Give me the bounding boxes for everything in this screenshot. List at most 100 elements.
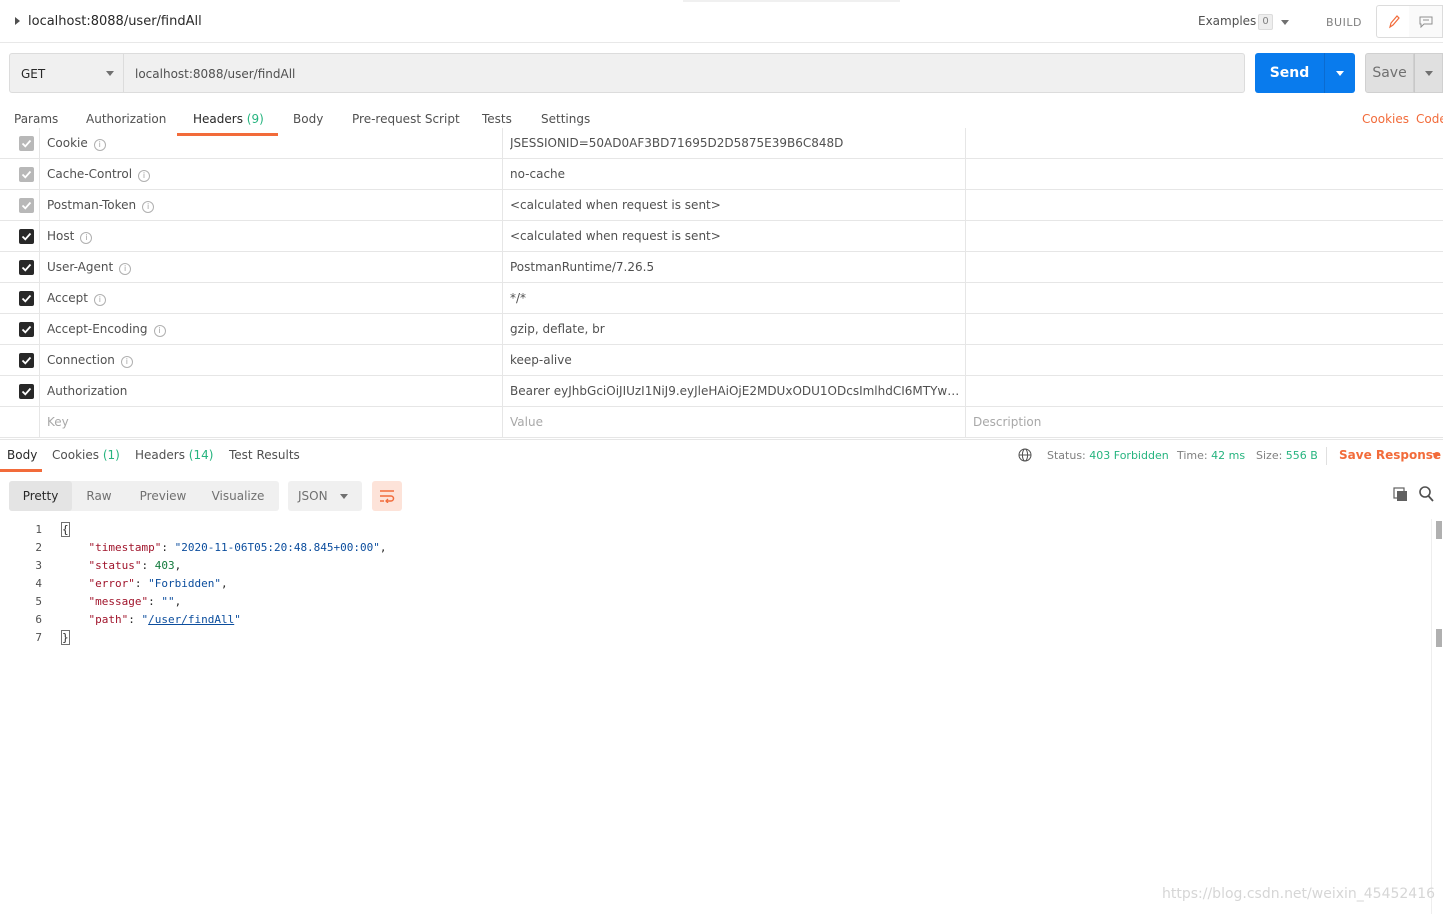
format-select[interactable]: JSON	[288, 481, 362, 511]
header-value-cell[interactable]: <calculated when request is sent>	[503, 190, 966, 221]
header-key-cell[interactable]: Postman-Token i	[40, 190, 503, 221]
tab-tests[interactable]: Tests	[482, 112, 512, 126]
examples-dropdown[interactable]: Examples	[1198, 14, 1256, 28]
copy-icon[interactable]	[1393, 487, 1408, 502]
edit-mode-button[interactable]	[1376, 5, 1410, 38]
header-checkbox[interactable]	[19, 291, 34, 306]
code-link[interactable]: Code	[1416, 112, 1443, 126]
info-icon[interactable]: i	[138, 170, 151, 182]
header-value-cell[interactable]: PostmanRuntime/7.26.5	[503, 252, 966, 283]
header-description-cell[interactable]	[966, 252, 1443, 283]
header-checkbox[interactable]	[19, 167, 34, 182]
save-response-button[interactable]: Save Response	[1339, 448, 1441, 462]
json-link-value[interactable]: /user/findAll	[148, 613, 234, 626]
header-check-cell	[0, 407, 40, 438]
header-key-cell[interactable]: Accept-Encoding i	[40, 314, 503, 345]
header-description-cell[interactable]	[966, 345, 1443, 376]
header-key-cell[interactable]: Accept i	[40, 283, 503, 314]
header-value-cell[interactable]: JSESSIONID=50AD0AF3BD71695D2D5875E39B6C8…	[503, 128, 966, 159]
header-description-cell[interactable]	[966, 376, 1443, 407]
new-description-input[interactable]: Description	[966, 407, 1443, 438]
tab-authorization[interactable]: Authorization	[86, 112, 166, 126]
cookies-link[interactable]: Cookies	[1362, 112, 1409, 126]
tab-settings[interactable]: Settings	[541, 112, 590, 126]
header-checkbox[interactable]	[19, 229, 34, 244]
save-button[interactable]: Save	[1365, 53, 1414, 93]
header-checkbox[interactable]	[19, 384, 34, 399]
header-checkbox[interactable]	[19, 136, 34, 151]
header-description-cell[interactable]	[966, 314, 1443, 345]
info-icon[interactable]: i	[80, 232, 93, 244]
header-checkbox[interactable]	[19, 353, 34, 368]
header-description-cell[interactable]	[966, 190, 1443, 221]
resp-tab-headers[interactable]: Headers (14)	[135, 448, 213, 462]
info-icon[interactable]: i	[120, 356, 133, 368]
url-input[interactable]: localhost:8088/user/findAll	[123, 53, 1245, 93]
comments-button[interactable]	[1409, 5, 1443, 38]
info-icon[interactable]: i	[93, 139, 106, 151]
request-name[interactable]: localhost:8088/user/findAll	[28, 14, 202, 29]
header-value-cell[interactable]: <calculated when request is sent>	[503, 221, 966, 252]
header-description-cell[interactable]	[966, 221, 1443, 252]
resp-tab-cookies[interactable]: Cookies (1)	[52, 448, 120, 462]
send-button[interactable]: Send	[1255, 53, 1324, 93]
tab-indicator-line	[683, 0, 900, 2]
resp-tab-headers-label: Headers	[135, 448, 185, 462]
tab-params[interactable]: Params	[14, 112, 58, 126]
header-description-cell[interactable]	[966, 283, 1443, 314]
save-options-button[interactable]	[1414, 53, 1443, 93]
new-value-input[interactable]: Value	[503, 407, 966, 438]
response-body-editor[interactable]: 1 2 3 4 5 6 7 { "timestamp": "2020-11-06…	[0, 520, 1430, 914]
tab-headers[interactable]: Headers (9)	[193, 112, 264, 126]
chevron-down-icon[interactable]	[1432, 453, 1440, 458]
response-time: Time: 42 ms	[1177, 449, 1245, 462]
header-row: Host i <calculated when request is sent>	[0, 221, 1443, 252]
view-preview[interactable]: Preview	[133, 481, 193, 511]
build-mode-label[interactable]: BUILD	[1326, 16, 1362, 29]
send-options-button[interactable]	[1324, 53, 1355, 93]
header-check-cell	[0, 345, 40, 376]
line-number: 2	[35, 541, 42, 554]
line-number: 1	[35, 523, 42, 536]
header-checkbox[interactable]	[19, 198, 34, 213]
info-icon[interactable]: i	[119, 263, 132, 275]
resp-tab-test-results[interactable]: Test Results	[229, 448, 300, 462]
view-raw[interactable]: Raw	[79, 481, 119, 511]
scrollbar[interactable]	[1431, 519, 1443, 914]
chevron-down-icon[interactable]	[1281, 20, 1289, 25]
header-description-cell[interactable]	[966, 128, 1443, 159]
view-pretty[interactable]: Pretty	[9, 481, 72, 511]
header-value-cell[interactable]: */*	[503, 283, 966, 314]
view-visualize[interactable]: Visualize	[207, 481, 269, 511]
header-key-cell[interactable]: User-Agent i	[40, 252, 503, 283]
search-icon[interactable]	[1419, 486, 1434, 502]
info-icon[interactable]: i	[142, 201, 155, 213]
header-key: Cache-Control i	[47, 167, 151, 182]
json-value: 403	[154, 559, 175, 572]
info-icon[interactable]: i	[93, 294, 106, 306]
header-key-cell[interactable]: Authorization	[40, 376, 503, 407]
header-key-cell[interactable]: Host i	[40, 221, 503, 252]
header-key-cell[interactable]: Cache-Control i	[40, 159, 503, 190]
scrollbar-thumb[interactable]	[1436, 521, 1442, 539]
method-select[interactable]: GET	[9, 53, 124, 93]
header-checkbox[interactable]	[19, 322, 34, 337]
header-value-cell[interactable]: Bearer eyJhbGciOiJIUzI1NiJ9.eyJleHAiOjE2…	[503, 376, 966, 407]
header-key-cell[interactable]: Cookie i	[40, 128, 503, 159]
header-key-cell[interactable]: Connection i	[40, 345, 503, 376]
header-value-cell[interactable]: no-cache	[503, 159, 966, 190]
new-key-input[interactable]: Key	[40, 407, 503, 438]
info-icon[interactable]: i	[153, 325, 166, 337]
wrap-lines-button[interactable]	[372, 481, 402, 511]
checkmark-icon	[21, 325, 32, 334]
header-value-cell[interactable]: keep-alive	[503, 345, 966, 376]
tab-body[interactable]: Body	[293, 112, 323, 126]
resp-tab-body[interactable]: Body	[7, 448, 37, 462]
collapse-caret-icon[interactable]	[15, 17, 20, 25]
globe-icon[interactable]	[1018, 448, 1032, 462]
header-value-cell[interactable]: gzip, deflate, br	[503, 314, 966, 345]
header-checkbox[interactable]	[19, 260, 34, 275]
tab-prerequest-script[interactable]: Pre-request Script	[352, 112, 460, 126]
header-description-cell[interactable]	[966, 159, 1443, 190]
size-value: 556 B	[1285, 449, 1318, 462]
